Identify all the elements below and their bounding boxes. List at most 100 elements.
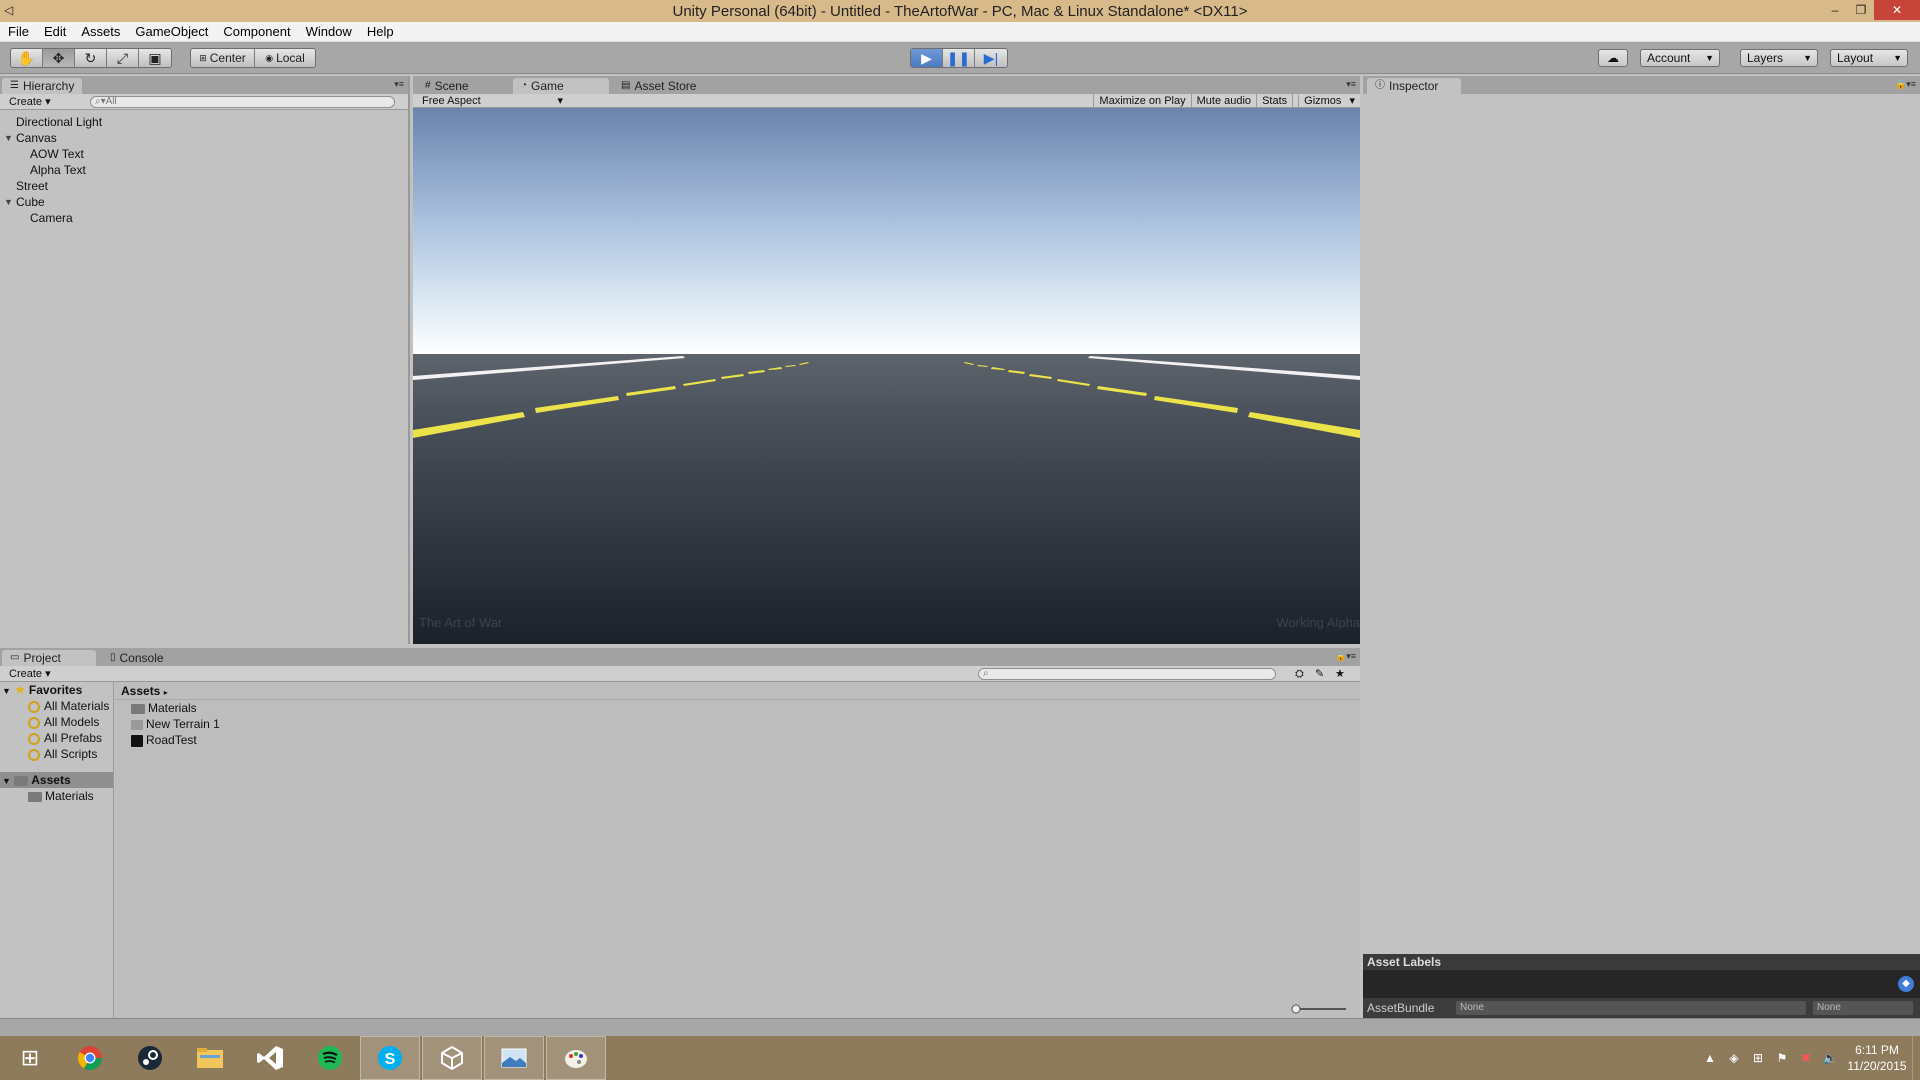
slider-knob[interactable] <box>1291 1004 1301 1014</box>
maximize-on-play-toggle[interactable]: Maximize on Play <box>1093 94 1190 108</box>
expand-triangle-icon[interactable]: ▼ <box>4 130 13 146</box>
search-icon <box>28 732 40 745</box>
project-create-dropdown[interactable]: Create ▾ <box>4 667 56 681</box>
layout-dropdown[interactable]: Layout ▼ <box>1830 49 1908 67</box>
lock-menu-icon[interactable]: 🔒▾≡ <box>1895 79 1916 90</box>
tab-asset-store[interactable]: ▤ Asset Store <box>613 78 704 94</box>
tray-expand-icon[interactable]: ▲ <box>1698 1051 1722 1065</box>
pivot-center-button[interactable]: ⊞ Center <box>191 49 255 67</box>
menu-gameobject[interactable]: GameObject <box>135 24 208 39</box>
pause-icon[interactable]: ❚❚ <box>943 49 975 67</box>
panel-menu-icon[interactable]: ▾≡ <box>394 79 404 90</box>
tree-item-camera[interactable]: Camera <box>0 210 408 226</box>
scale-tool-icon[interactable]: ⤢ <box>107 49 139 67</box>
rotate-tool-icon[interactable]: ↻ <box>75 49 107 67</box>
hierarchy-search-input[interactable]: ⌕▾All <box>90 96 395 108</box>
tree-item-alpha-text[interactable]: Alpha Text <box>0 162 408 178</box>
tab-console[interactable]: ▯ Console <box>102 650 172 666</box>
restore-button[interactable]: ❐ <box>1848 0 1874 20</box>
photos-icon[interactable] <box>484 1036 544 1080</box>
layers-dropdown[interactable]: Layers ▼ <box>1740 49 1818 67</box>
chrome-icon[interactable] <box>60 1036 120 1080</box>
sky <box>413 108 1360 356</box>
icon-size-slider[interactable] <box>1290 1004 1348 1014</box>
stats-toggle[interactable]: Stats <box>1256 94 1292 108</box>
expand-triangle-icon[interactable]: ▼ <box>2 686 11 696</box>
tab-hierarchy[interactable]: ☰ Hierarchy <box>2 78 83 94</box>
save-search-star-icon[interactable]: ★ <box>1330 667 1350 681</box>
expand-triangle-icon[interactable]: ▼ <box>2 776 11 786</box>
rect-tool-icon[interactable]: ▣ <box>139 49 171 67</box>
panel-menu-icon[interactable]: ▾≡ <box>1346 79 1356 90</box>
network-disconnected-icon[interactable]: ✖ <box>1794 1051 1818 1065</box>
project-search-input[interactable]: ⌕ <box>978 668 1276 680</box>
account-dropdown[interactable]: Account ▼ <box>1640 49 1720 67</box>
search-icon: ⌕▾ <box>95 96 106 107</box>
menu-edit[interactable]: Edit <box>44 24 66 39</box>
tree-item-aow-text[interactable]: AOW Text <box>0 146 408 162</box>
minimize-button[interactable]: – <box>1822 0 1848 20</box>
asset-item-materials[interactable]: Materials <box>115 700 1360 716</box>
tree-item-cube[interactable]: ▼ Cube <box>0 194 408 210</box>
menu-help[interactable]: Help <box>367 24 394 39</box>
tree-item-directional-light[interactable]: Directional Light <box>0 114 408 130</box>
tab-game-label: Game <box>531 79 564 93</box>
cloud-button[interactable]: ☁ <box>1598 49 1628 67</box>
mute-audio-toggle[interactable]: Mute audio <box>1190 94 1256 108</box>
menu-assets[interactable]: Assets <box>81 24 120 39</box>
tab-scene[interactable]: # Scene <box>417 78 477 94</box>
favorite-all-models[interactable]: All Models <box>0 714 113 730</box>
assets-root-folder[interactable]: ▼ Assets <box>0 772 113 788</box>
tag-icon[interactable]: ◆ <box>1898 976 1914 992</box>
lock-menu-icon[interactable]: 🔒▾≡ <box>1335 651 1356 662</box>
filter-by-type-icon[interactable]: ⛭ <box>1290 667 1309 681</box>
favorite-all-scripts[interactable]: All Scripts <box>0 746 113 762</box>
filter-by-label-icon[interactable]: ✎ <box>1310 667 1329 681</box>
game-viewport[interactable]: The Art of War Working Alpha <box>413 108 1360 644</box>
move-tool-icon[interactable]: ✥ <box>43 49 75 67</box>
favorites-header[interactable]: ▼ ★ Favorites <box>0 682 113 698</box>
steam-icon[interactable] <box>120 1036 180 1080</box>
tab-project[interactable]: ▭ Project <box>2 650 96 666</box>
menu-file[interactable]: File <box>8 24 29 39</box>
tab-inspector[interactable]: ⓘ Inspector <box>1367 78 1461 94</box>
windows-start-icon[interactable]: ⊞ <box>0 1036 60 1080</box>
unity-app-icon: ◁ <box>4 3 14 17</box>
hand-tool-icon[interactable]: ✋ <box>11 49 43 67</box>
tree-folder-materials[interactable]: Materials <box>0 788 113 804</box>
dropbox-icon[interactable]: ◈ <box>1722 1051 1746 1065</box>
volume-icon[interactable]: 🔈 <box>1818 1051 1842 1065</box>
menu-bar: File Edit Assets GameObject Component Wi… <box>0 22 1920 42</box>
expand-triangle-icon[interactable]: ▼ <box>4 194 13 210</box>
menu-window[interactable]: Window <box>306 24 352 39</box>
system-clock[interactable]: 6:11 PM 11/20/2015 <box>1842 1042 1912 1074</box>
asset-bundle-variant-dropdown[interactable]: None <box>1813 1001 1913 1015</box>
scene-icon <box>131 734 143 747</box>
menu-component[interactable]: Component <box>223 24 290 39</box>
asset-item-roadtest[interactable]: RoadTest <box>115 732 1360 748</box>
aspect-dropdown[interactable]: Free Aspect ▾ <box>417 94 567 108</box>
tree-item-street[interactable]: Street <box>0 178 408 194</box>
asset-item-new-terrain[interactable]: New Terrain 1 <box>115 716 1360 732</box>
skype-icon[interactable]: S <box>360 1036 420 1080</box>
file-explorer-icon[interactable] <box>180 1036 240 1080</box>
tab-game[interactable]: ◔ Game <box>513 78 609 94</box>
close-button[interactable]: ✕ <box>1874 0 1920 20</box>
visual-studio-icon[interactable] <box>240 1036 300 1080</box>
hierarchy-create-dropdown[interactable]: Create ▾ <box>4 95 56 109</box>
show-desktop-button[interactable] <box>1912 1036 1920 1080</box>
favorite-all-prefabs[interactable]: All Prefabs <box>0 730 113 746</box>
action-center-flag-icon[interactable]: ⚑ <box>1770 1051 1794 1065</box>
unity-icon[interactable] <box>422 1036 482 1080</box>
play-icon[interactable]: ▶ <box>911 49 943 67</box>
pivot-local-button[interactable]: ◉ Local <box>255 49 315 67</box>
paint-icon[interactable] <box>546 1036 606 1080</box>
favorite-all-materials[interactable]: All Materials <box>0 698 113 714</box>
spotify-icon[interactable] <box>300 1036 360 1080</box>
breadcrumb-assets[interactable]: Assets <box>121 684 160 698</box>
tree-item-canvas[interactable]: ▼ Canvas <box>0 130 408 146</box>
asset-bundle-dropdown[interactable]: None <box>1456 1001 1806 1015</box>
step-icon[interactable]: ▶| <box>975 49 1007 67</box>
windows-icon[interactable]: ⊞ <box>1746 1051 1770 1065</box>
gizmos-dropdown[interactable]: Gizmos ▾ <box>1292 94 1360 108</box>
